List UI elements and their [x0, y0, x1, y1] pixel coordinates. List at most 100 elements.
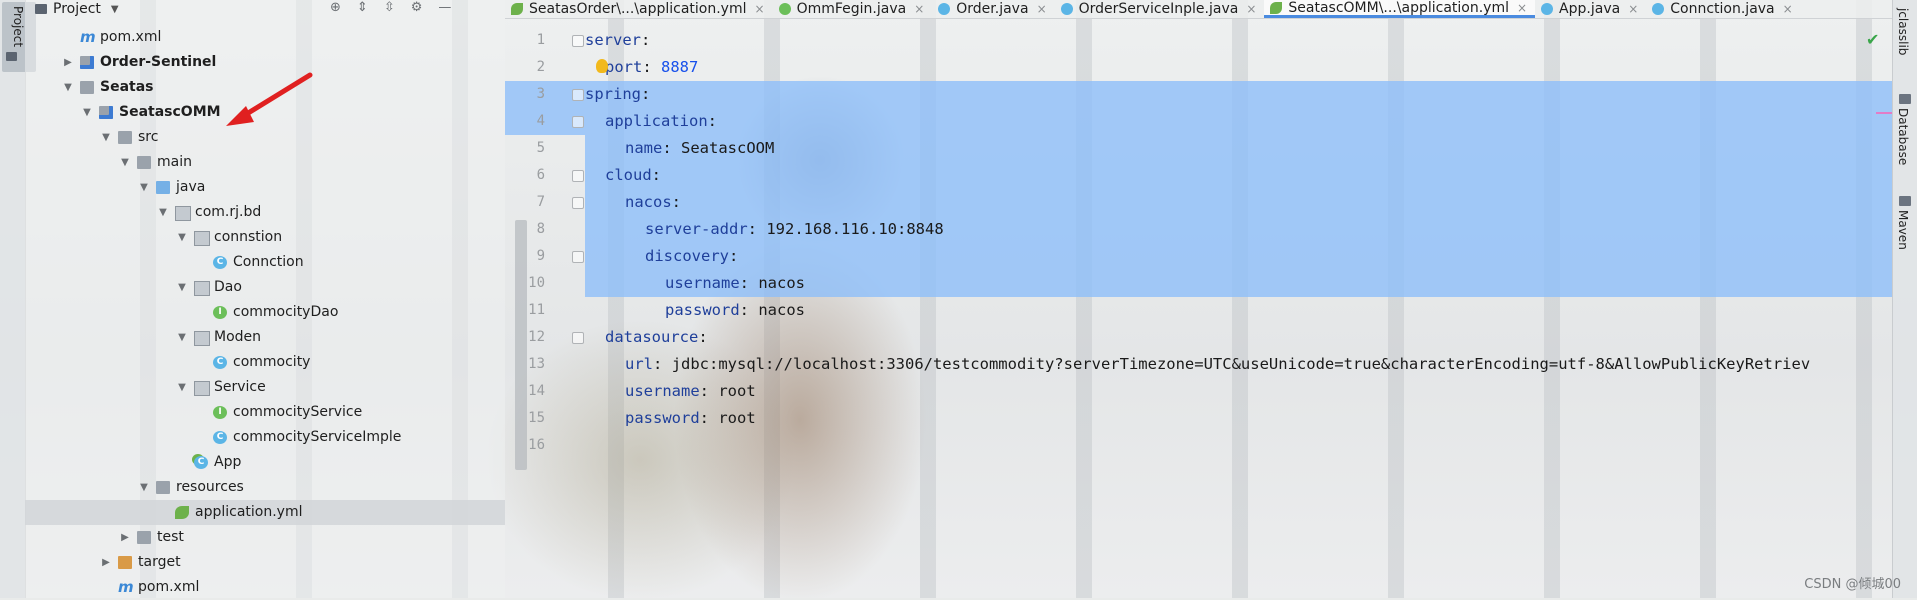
tree-item[interactable]: ▼ Moden — [25, 325, 505, 350]
chevron-down-icon[interactable]: ▼ — [81, 100, 93, 125]
close-icon[interactable]: × — [755, 2, 765, 16]
chevron-down-icon[interactable]: ▼ — [176, 275, 188, 300]
chevron-down-icon[interactable]: ▼ — [176, 225, 188, 250]
chevron-down-icon[interactable]: ▼ — [157, 200, 169, 225]
code-line: nacos: — [625, 193, 682, 211]
tree-item[interactable]: ▼ Service — [25, 375, 505, 400]
editor-tab[interactable]: SeatascOMM\...\application.yml × — [1264, 0, 1536, 18]
tree-item[interactable]: CcommocityServiceImple — [25, 425, 505, 450]
collapse-all-icon[interactable]: ⇳ — [384, 0, 395, 15]
line-number: 10 — [528, 275, 545, 291]
tree-item[interactable]: ▶ target — [25, 550, 505, 575]
maven-tool-tab[interactable]: Maven — [1896, 210, 1910, 250]
expand-all-icon[interactable]: ⇕ — [357, 0, 368, 15]
folder-orange-icon — [118, 556, 132, 569]
tree-item-label: App — [214, 454, 242, 470]
tree-item-label: Seatas — [100, 79, 154, 95]
fold-marker-icon[interactable] — [572, 332, 584, 344]
tree-item-label: main — [157, 154, 192, 170]
tree-item[interactable]: IcommocityDao — [25, 300, 505, 325]
close-icon[interactable]: × — [1037, 2, 1047, 16]
close-icon[interactable]: × — [914, 2, 924, 16]
chevron-right-icon[interactable]: ▶ — [100, 550, 112, 575]
yaml-key: port — [605, 58, 643, 76]
tree-item[interactable]: ▼ connstion — [25, 225, 505, 250]
tree-item[interactable]: application.yml — [25, 500, 505, 525]
maven-icon — [1899, 196, 1911, 206]
yaml-value: 192.168.116.10:8848 — [766, 220, 944, 238]
chevron-down-icon[interactable]: ▼ — [138, 175, 150, 200]
tree-item[interactable]: ▼ java — [25, 175, 505, 200]
left-tool-strip: Project — [0, 0, 36, 598]
chevron-down-icon[interactable]: ▼ — [176, 375, 188, 400]
editor-tab-bar: SeatasOrder\...\application.yml × OmmFegin… — [505, 0, 1892, 19]
tree-item[interactable]: ▼ main — [25, 150, 505, 175]
hide-icon[interactable]: — — [438, 0, 451, 15]
chevron-down-icon[interactable]: ▼ — [100, 125, 112, 150]
line-number: 8 — [536, 221, 545, 237]
class-icon — [1060, 3, 1073, 15]
tree-item[interactable]: ▼ resources — [25, 475, 505, 500]
fold-marker-icon[interactable] — [572, 89, 584, 101]
line-number: 14 — [528, 383, 545, 399]
interface-icon: I — [213, 406, 227, 419]
database-tool-tab[interactable]: Database — [1896, 108, 1910, 165]
line-number: 16 — [528, 437, 545, 453]
yaml-value: nacos — [758, 301, 806, 319]
maven-icon: m — [118, 578, 134, 596]
editor-tab[interactable]: Order.java × — [932, 0, 1054, 18]
code-line: server: — [585, 31, 651, 49]
fold-marker-icon[interactable] — [572, 170, 584, 182]
chevron-right-icon[interactable]: ▶ — [119, 525, 131, 550]
locate-icon[interactable]: ⊕ — [330, 0, 341, 15]
chevron-right-icon[interactable]: ▶ — [62, 50, 74, 75]
code-line: application: — [605, 112, 717, 130]
close-icon[interactable]: × — [1783, 2, 1793, 16]
tree-item[interactable]: C Connction — [25, 250, 505, 275]
editor-tab-label: App.java — [1559, 1, 1621, 17]
class-icon: C — [213, 256, 227, 269]
class-icon — [1652, 3, 1665, 15]
chevron-down-icon[interactable]: ▼ — [111, 4, 119, 15]
lightbulb-icon[interactable] — [596, 59, 608, 73]
tree-item-label: test — [157, 529, 184, 545]
fold-marker-icon[interactable] — [572, 116, 584, 128]
tree-item[interactable]: m pom.xml — [25, 575, 505, 600]
class-icon — [938, 3, 951, 15]
editor-tab[interactable]: OrderServiceInple.java × — [1055, 0, 1265, 18]
tree-item[interactable]: ▼ Dao — [25, 275, 505, 300]
tree-item-label: application.yml — [195, 504, 303, 520]
tree-item[interactable]: IcommocityService — [25, 400, 505, 425]
fold-marker-icon[interactable] — [572, 35, 584, 47]
yaml-key: name — [625, 139, 663, 157]
project-title[interactable]: Project — [53, 1, 101, 17]
close-icon[interactable]: × — [1246, 2, 1256, 16]
error-stripe-marker[interactable] — [1876, 112, 1892, 114]
chevron-down-icon[interactable]: ▼ — [138, 475, 150, 500]
chevron-down-icon[interactable]: ▼ — [176, 325, 188, 350]
tree-item[interactable]: m pom.xml — [25, 25, 505, 50]
tree-item-label: pom.xml — [138, 579, 200, 595]
editor-tab[interactable]: Connction.java × — [1646, 0, 1800, 18]
jclasslib-tool-tab[interactable]: jclasslib — [1896, 8, 1910, 55]
tree-item[interactable]: Ccommocity — [25, 350, 505, 375]
code-line: password: root — [625, 409, 756, 427]
tree-item[interactable]: C App — [25, 450, 505, 475]
fold-marker-icon[interactable] — [572, 197, 584, 209]
fold-marker-icon[interactable] — [572, 251, 584, 263]
code-line: discovery: — [645, 247, 739, 265]
interface-icon — [778, 3, 791, 15]
editor-tab[interactable]: SeatasOrder\...\application.yml × — [505, 0, 773, 18]
editor-tab[interactable]: App.java × — [1535, 0, 1646, 18]
tree-item-label: target — [138, 554, 181, 570]
module-icon — [99, 106, 113, 119]
tree-item[interactable]: ▼ com.rj.bd — [25, 200, 505, 225]
close-icon[interactable]: × — [1628, 2, 1638, 16]
line-number: 15 — [528, 410, 545, 426]
tree-item[interactable]: ▶ test — [25, 525, 505, 550]
gear-icon[interactable]: ⚙ — [411, 0, 423, 15]
editor-tab[interactable]: OmmFegin.java × — [773, 0, 933, 18]
chevron-down-icon[interactable]: ▼ — [119, 150, 131, 175]
close-icon[interactable]: × — [1517, 1, 1527, 15]
chevron-down-icon[interactable]: ▼ — [62, 75, 74, 100]
